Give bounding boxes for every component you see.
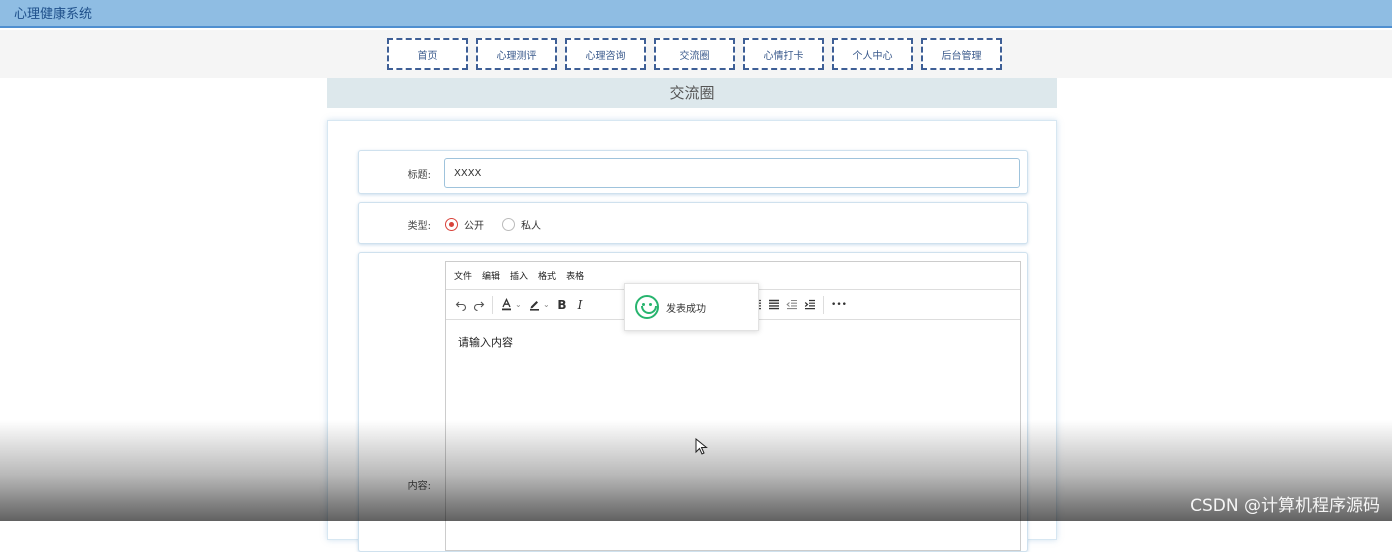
title-label: 标题: bbox=[407, 170, 431, 181]
success-toast: 发表成功 bbox=[624, 283, 759, 331]
mouse-cursor-icon bbox=[695, 438, 708, 455]
radio-private-label[interactable]: 私人 bbox=[521, 217, 541, 232]
redo-icon[interactable] bbox=[470, 295, 488, 315]
highlight-color-icon[interactable] bbox=[525, 295, 543, 315]
nav-item-mood-checkin[interactable]: 心情打卡 bbox=[743, 38, 824, 70]
type-label: 类型: bbox=[407, 221, 431, 232]
content-label: 内容: bbox=[407, 481, 431, 492]
align-justify-icon[interactable] bbox=[765, 295, 783, 315]
toast-message: 发表成功 bbox=[666, 303, 706, 315]
menu-insert[interactable]: 插入 bbox=[510, 269, 528, 282]
watermark: CSDN @计算机程序源码 bbox=[1190, 496, 1380, 516]
text-color-icon[interactable] bbox=[497, 295, 515, 315]
outdent-icon[interactable] bbox=[783, 295, 801, 315]
menu-edit[interactable]: 编辑 bbox=[482, 269, 500, 282]
radio-private[interactable] bbox=[502, 218, 515, 231]
italic-icon[interactable]: I bbox=[571, 295, 589, 315]
bold-icon[interactable]: B bbox=[553, 295, 571, 315]
title-row: 标题: bbox=[358, 150, 1028, 194]
type-row: 类型: 公开 私人 bbox=[358, 202, 1028, 244]
app-title: 心理健康系统 bbox=[14, 7, 93, 22]
nav-item-consultation[interactable]: 心理咨询 bbox=[565, 38, 646, 70]
editor-content-area[interactable]: 请输入内容 bbox=[458, 334, 513, 350]
nav-item-profile[interactable]: 个人中心 bbox=[832, 38, 913, 70]
nav-item-community[interactable]: 交流圈 bbox=[654, 38, 735, 70]
menu-table[interactable]: 表格 bbox=[566, 269, 584, 282]
chevron-down-icon[interactable]: ⌄ bbox=[515, 300, 525, 309]
toolbar-divider bbox=[823, 295, 824, 314]
app-header: 心理健康系统 bbox=[0, 0, 1392, 28]
nav-item-admin[interactable]: 后台管理 bbox=[921, 38, 1002, 70]
smile-icon bbox=[635, 295, 659, 319]
nav-item-home[interactable]: 首页 bbox=[387, 38, 468, 70]
radio-public-label[interactable]: 公开 bbox=[464, 217, 484, 232]
chevron-down-icon[interactable]: ⌄ bbox=[543, 300, 553, 309]
type-radio-group: 公开 私人 bbox=[445, 217, 559, 232]
menu-format[interactable]: 格式 bbox=[538, 269, 556, 282]
nav-item-assessment[interactable]: 心理测评 bbox=[476, 38, 557, 70]
title-input[interactable] bbox=[444, 158, 1020, 188]
toolbar-divider bbox=[492, 295, 493, 314]
indent-icon[interactable] bbox=[801, 295, 819, 315]
radio-public[interactable] bbox=[445, 218, 458, 231]
page-title: 交流圈 bbox=[327, 78, 1057, 108]
main-nav: 首页 心理测评 心理咨询 交流圈 心情打卡 个人中心 后台管理 bbox=[0, 30, 1392, 78]
menu-file[interactable]: 文件 bbox=[454, 269, 472, 282]
more-icon[interactable]: ••• bbox=[828, 295, 850, 315]
undo-icon[interactable] bbox=[452, 295, 470, 315]
